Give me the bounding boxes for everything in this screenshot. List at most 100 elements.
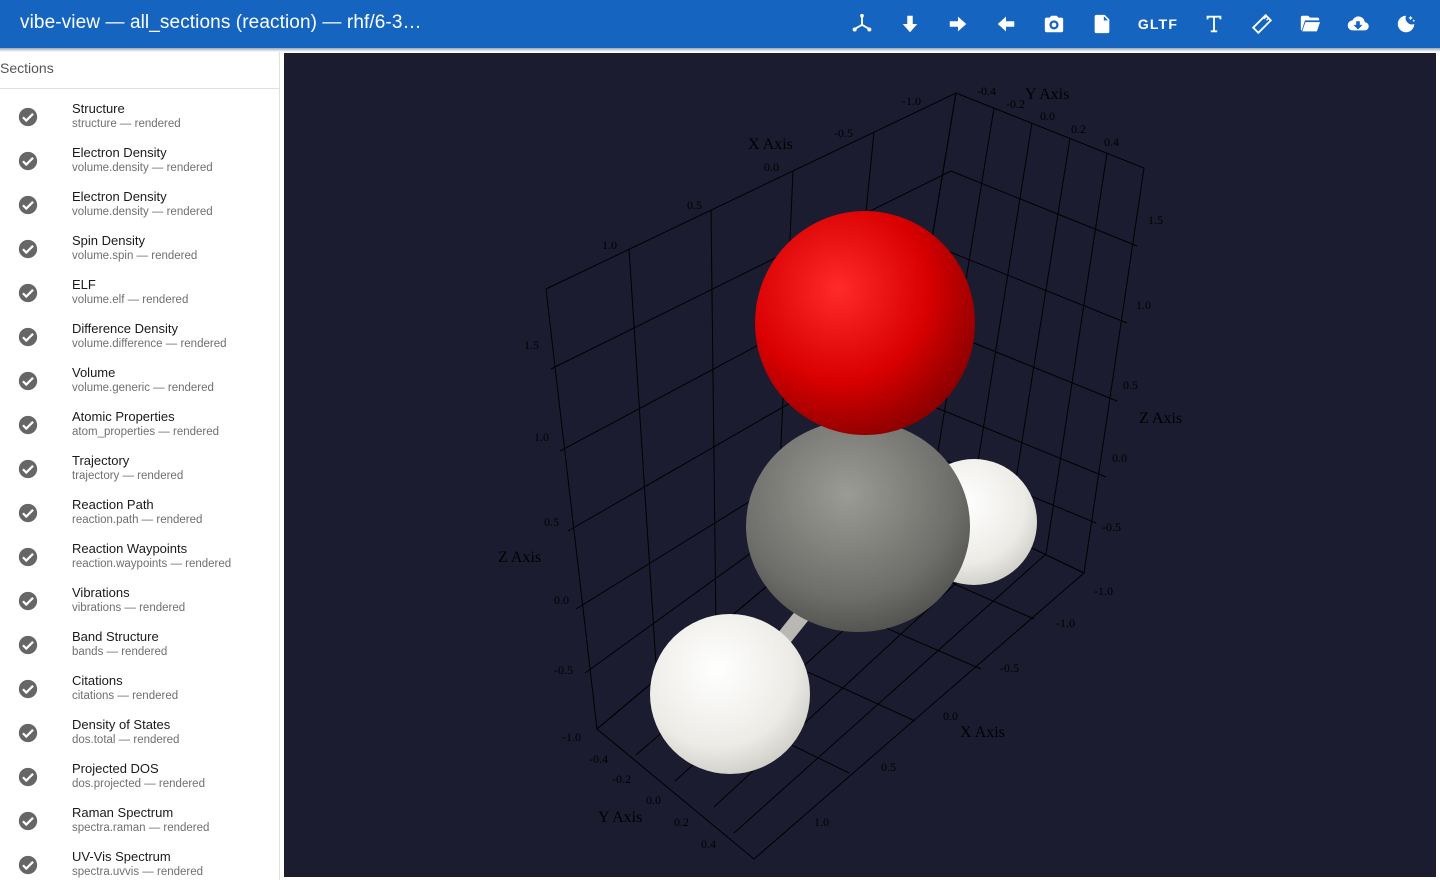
z-tick-label: -1.0 [1094,584,1113,598]
measure-button[interactable] [1238,0,1286,48]
section-title: Difference Density [72,321,178,336]
section-item[interactable]: Projected DOS dos.projected — rendered [0,755,279,799]
section-subtitle: structure — rendered [72,118,181,130]
check-circle-icon [17,414,39,436]
sidebar-header: Sections [0,52,279,89]
export-file-button[interactable] [1078,0,1126,48]
app-title: vibe-view — all_sections (reaction) — rh… [20,12,422,33]
section-title: UV-Vis Spectrum [72,849,171,864]
x-tick-label: -0.5 [1000,661,1019,675]
section-list: Structure structure — rendered Electron De… [0,89,279,880]
section-title: Trajectory [72,453,130,468]
theme-button[interactable] [1382,0,1430,48]
z-tick-label: -1.0 [562,730,581,744]
arrow-down-button[interactable] [886,0,934,48]
x-tick-label: -1.0 [1056,616,1075,630]
section-title: Raman Spectrum [72,805,174,820]
section-item[interactable]: Electron Density volume.density — rendere… [0,183,279,227]
download-button[interactable] [1334,0,1382,48]
check-circle-icon [17,854,39,876]
check-circle-icon [18,107,38,127]
x-tick-label: 0.0 [943,709,958,723]
check-circle-icon [18,327,38,347]
section-subtitle: volume.spin — rendered [72,250,198,262]
file-export-icon [1094,14,1110,34]
x-tick-label: 0.5 [881,760,896,774]
text-button[interactable] [1190,0,1238,48]
section-subtitle: volume.density — rendered [72,162,213,174]
section-subtitle: volume.difference — rendered [72,338,227,350]
cloud-download-icon [1347,16,1369,31]
section-title: Volume [72,365,116,380]
section-item[interactable]: Structure structure — rendered [0,95,279,139]
viewer-canvas[interactable]: -1.0 -0.5 0.0 0.5 1.0 -0.4 -0.2 0.0 0.2 … [284,53,1436,877]
check-circle-icon [18,811,38,831]
axes-icon [852,13,872,32]
section-subtitle: vibrations — rendered [72,602,186,614]
check-circle-icon [17,194,39,216]
arrow-left-button[interactable] [982,0,1030,48]
x-tick-label: -1.0 [902,94,921,108]
section-item[interactable]: Difference Density volume.difference — re… [0,315,279,359]
check-circle-icon [18,371,38,391]
section-item[interactable]: Reaction Path reaction.path — rendered [0,491,279,535]
check-circle-icon [17,326,39,348]
z-axis-title: Z Axis [498,549,541,566]
section-item[interactable]: Atomic Properties atom_properties — rende… [0,403,279,447]
molecule-viewer[interactable]: -1.0 -0.5 0.0 0.5 1.0 -0.4 -0.2 0.0 0.2 … [284,53,1436,877]
y-tick-label: -0.2 [612,772,631,786]
arrow-right-button[interactable] [934,0,982,48]
section-title: Electron Density [72,189,167,204]
check-circle-icon [18,503,38,523]
section-subtitle: reaction.waypoints — rendered [72,558,232,570]
molecule[interactable] [650,211,1037,774]
sections-sidebar: Sections Structure structure — rendered El… [0,52,280,880]
section-item[interactable]: Spin Density volume.spin — rendered [0,227,279,271]
section-item[interactable]: Reaction Waypoints reaction.waypoints — r… [0,535,279,579]
check-circle-icon [18,723,38,743]
check-circle-icon [18,679,38,699]
section-title: ELF [72,277,96,292]
section-title: Electron Density [72,145,167,160]
section-subtitle: reaction.path — rendered [72,514,203,526]
x-tick-label: 0.0 [764,160,779,174]
section-item[interactable]: Volume volume.generic — rendered [0,359,279,403]
theme-icon [1397,15,1416,33]
open-folder-button[interactable] [1286,0,1334,48]
check-circle-icon [17,546,39,568]
hydrogen-atom[interactable] [650,614,810,774]
section-subtitle: bands — rendered [72,646,168,658]
section-subtitle: volume.generic — rendered [72,382,214,394]
x-axis-title: X Axis [960,724,1005,741]
check-circle-icon [18,151,38,171]
oxygen-atom[interactable] [755,211,975,435]
section-title: Structure [72,101,125,116]
arrow-down-icon [902,15,918,33]
z-tick-label: 0.5 [544,515,559,529]
axes-button[interactable] [838,0,886,48]
check-circle-icon [17,458,39,480]
section-item[interactable]: Band Structure bands — rendered [0,623,279,667]
y-tick-label: 0.0 [1040,109,1055,123]
section-item[interactable]: Vibrations vibrations — rendered [0,579,279,623]
check-circle-icon [18,239,38,259]
y-tick-label: 0.2 [1071,122,1086,136]
section-item[interactable]: Density of States dos.total — rendered [0,711,279,755]
check-circle-icon [18,547,38,567]
section-item[interactable]: Electron Density volume.density — rendere… [0,139,279,183]
camera-icon [1044,15,1064,33]
x-tick-label: -0.5 [834,126,853,140]
z-tick-label: 1.5 [524,338,539,352]
section-item[interactable]: Raman Spectrum spectra.raman — rendered [0,799,279,843]
carbon-atom[interactable] [746,420,970,632]
section-item[interactable]: UV-Vis Spectrum spectra.uvvis — rendered [0,843,279,880]
section-item[interactable]: ELF volume.elf — rendered [0,271,279,315]
gltf-button[interactable]: GLTF [1126,0,1190,48]
y-axis-title: Y Axis [598,809,642,826]
check-circle-icon [17,150,39,172]
y-tick-label: -0.4 [977,84,996,98]
check-circle-icon [17,282,39,304]
section-item[interactable]: Trajectory trajectory — rendered [0,447,279,491]
screenshot-button[interactable] [1030,0,1078,48]
section-item[interactable]: Citations citations — rendered [0,667,279,711]
